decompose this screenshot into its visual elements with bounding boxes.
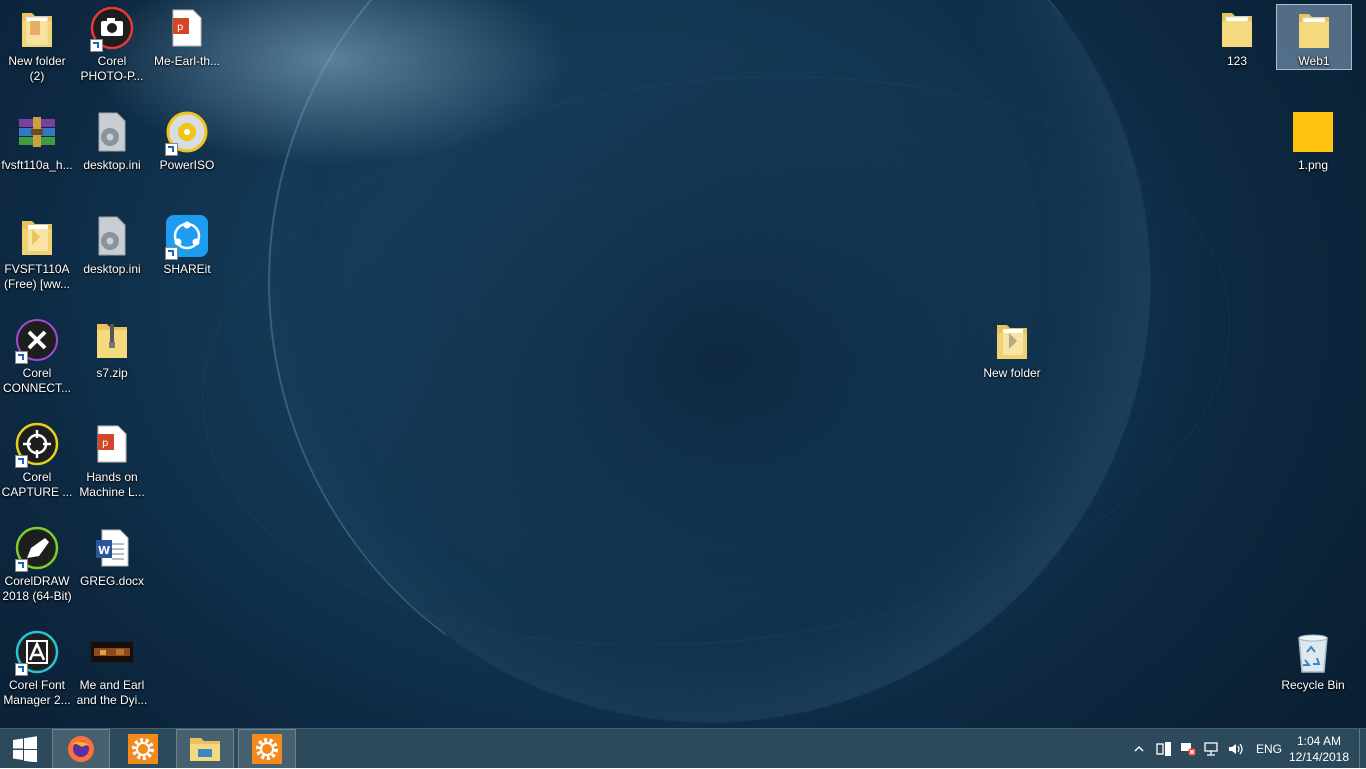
icon-label: Recycle Bin — [1281, 678, 1345, 692]
icon-label: Hands on Machine L... — [79, 470, 145, 499]
desktop-icon-desktop-ini-1[interactable]: desktop.ini — [75, 108, 149, 173]
pdf-file-icon: p — [88, 420, 136, 468]
corel-connect-icon — [13, 316, 61, 364]
shortcut-arrow-icon — [165, 247, 178, 260]
settings-file-icon — [88, 108, 136, 156]
icon-label: desktop.ini — [83, 262, 141, 276]
gear-icon — [252, 734, 282, 764]
gear-icon — [128, 734, 158, 764]
desktop-icon-new-folder[interactable]: New folder — [975, 316, 1049, 381]
wallpaper-orbit — [173, 27, 1259, 695]
folder-icon — [1290, 5, 1338, 52]
desktop-icon-hands-on-ml[interactable]: p Hands on Machine L... — [75, 420, 149, 500]
desktop-icon-fvsft-archive[interactable]: fvsft110a_h... — [0, 108, 74, 173]
start-button[interactable] — [0, 729, 50, 769]
svg-text:p: p — [177, 22, 183, 33]
desktop-icon-folder-123[interactable]: 123 — [1200, 4, 1274, 69]
input-language-indicator[interactable]: ENG — [1252, 739, 1286, 759]
poweriso-disc-icon — [163, 108, 211, 156]
clock[interactable]: 1:04 AM 12/14/2018 — [1286, 733, 1352, 765]
desktop[interactable]: New folder (2) fvsft110a_h... FVSFT110A … — [0, 0, 1366, 728]
word-document-icon: W — [88, 524, 136, 572]
shareit-icon — [163, 212, 211, 260]
power-plug-icon[interactable] — [1154, 739, 1174, 759]
icon-label: Me and Earl and the Dyi... — [76, 678, 148, 707]
desktop-icon-me-earl-th[interactable]: p Me-Earl-th... — [150, 4, 224, 69]
pdf-file-icon: p — [163, 4, 211, 52]
svg-text:p: p — [102, 438, 108, 449]
volume-speaker-icon[interactable] — [1226, 739, 1246, 759]
file-explorer-icon — [190, 738, 220, 761]
corel-font-manager-icon — [13, 628, 61, 676]
clock-time: 1:04 AM — [1296, 734, 1342, 748]
coreldraw-icon — [13, 524, 61, 572]
icon-label: SHAREit — [163, 262, 211, 276]
shortcut-arrow-icon — [15, 455, 28, 468]
corel-capture-icon — [13, 420, 61, 468]
video-thumbnail-icon — [88, 628, 136, 676]
icon-label: Corel CONNECT... — [2, 366, 71, 395]
svg-text:W: W — [98, 544, 110, 557]
corel-photo-paint-icon — [88, 4, 136, 52]
winrar-archive-icon — [13, 108, 61, 156]
action-center-warning-icon[interactable] — [1178, 739, 1198, 759]
shortcut-arrow-icon — [15, 663, 28, 676]
icon-label: PowerISO — [159, 158, 215, 172]
desktop-icon-new-folder-2[interactable]: New folder (2) — [0, 4, 74, 84]
icon-label: desktop.ini — [83, 158, 141, 172]
desktop-icon-desktop-ini-2[interactable]: desktop.ini — [75, 212, 149, 277]
icon-label: Corel Font Manager 2... — [3, 678, 71, 707]
recycle-bin-icon — [1289, 628, 1337, 676]
desktop-icon-corel-capture[interactable]: Corel CAPTURE ... — [0, 420, 74, 500]
clock-date: 12/14/2018 — [1288, 750, 1350, 764]
settings-file-icon — [88, 212, 136, 260]
desktop-icon-me-and-earl-video[interactable]: Me and Earl and the Dyi... — [75, 628, 149, 708]
folder-icon — [13, 4, 61, 52]
desktop-icon-corel-photo-paint[interactable]: Corel PHOTO-P... — [75, 4, 149, 84]
icon-label: Me-Earl-th... — [153, 54, 220, 68]
show-desktop-button[interactable] — [1359, 729, 1366, 769]
shortcut-arrow-icon — [90, 39, 103, 52]
image-file-icon — [1289, 108, 1337, 156]
icon-label: CorelDRAW 2018 (64-Bit) — [2, 574, 72, 603]
desktop-icon-poweriso[interactable]: PowerISO — [150, 108, 224, 173]
show-hidden-icons-chevron-up-icon[interactable] — [1132, 739, 1146, 759]
taskbar-settings-app-2[interactable] — [238, 729, 296, 769]
taskbar-settings-app-1[interactable] — [114, 729, 172, 769]
taskbar-file-explorer[interactable] — [176, 729, 234, 769]
desktop-icon-recycle-bin[interactable]: Recycle Bin — [1276, 628, 1350, 693]
desktop-icon-greg-docx[interactable]: W GREG.docx — [75, 524, 149, 589]
folder-icon — [13, 212, 61, 260]
taskbar-firefox[interactable] — [52, 729, 110, 769]
desktop-icon-shareit[interactable]: SHAREit — [150, 212, 224, 277]
icon-label: 123 — [1226, 54, 1248, 68]
icon-label: s7.zip — [96, 366, 128, 380]
desktop-icon-corel-connect[interactable]: Corel CONNECT... — [0, 316, 74, 396]
desktop-icon-coreldraw[interactable]: CorelDRAW 2018 (64-Bit) — [0, 524, 74, 604]
firefox-icon — [68, 736, 94, 762]
icon-label: Corel CAPTURE ... — [1, 470, 73, 499]
icon-label: Corel PHOTO-P... — [80, 54, 144, 83]
desktop-icon-1-png[interactable]: 1.png — [1276, 108, 1350, 173]
icon-label: FVSFT110A (Free) [ww... — [3, 262, 70, 291]
icon-label: fvsft110a_h... — [1, 158, 73, 172]
folder-icon — [988, 316, 1036, 364]
icon-label: New folder — [983, 366, 1041, 380]
shortcut-arrow-icon — [15, 351, 28, 364]
icon-label: 1.png — [1297, 158, 1329, 172]
desktop-icon-s7-zip[interactable]: s7.zip — [75, 316, 149, 381]
desktop-icon-fvsft-folder[interactable]: FVSFT110A (Free) [ww... — [0, 212, 74, 292]
network-icon[interactable] — [1202, 739, 1222, 759]
folder-icon — [1213, 4, 1261, 52]
zip-folder-icon — [88, 316, 136, 364]
shortcut-arrow-icon — [15, 559, 28, 572]
desktop-icon-corel-font-manager[interactable]: Corel Font Manager 2... — [0, 628, 74, 708]
shortcut-arrow-icon — [165, 143, 178, 156]
desktop-icon-web1[interactable]: Web1 — [1276, 4, 1352, 70]
taskbar: ENG 1:04 AM 12/14/2018 — [0, 728, 1366, 769]
windows-logo-icon — [13, 736, 37, 762]
icon-label: New folder (2) — [8, 54, 66, 83]
icon-label: GREG.docx — [79, 574, 145, 588]
icon-label: Web1 — [1298, 54, 1330, 68]
